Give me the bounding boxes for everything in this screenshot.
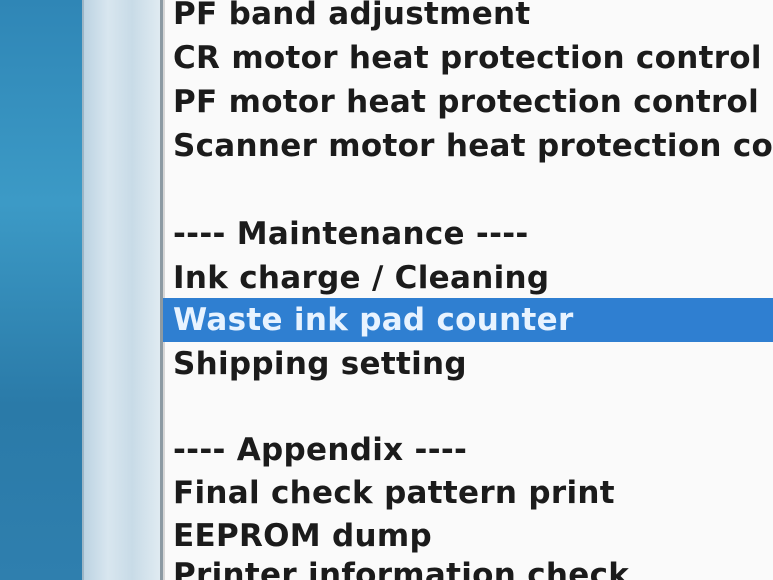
- list-item-waste-ink-pad-counter[interactable]: Waste ink pad counter: [163, 298, 773, 342]
- adjustment-list[interactable]: PF band adjustment CR motor heat protect…: [160, 0, 773, 580]
- window-frame: [82, 0, 164, 580]
- list-item-pf-motor-heat-protection[interactable]: PF motor heat protection control: [163, 80, 773, 124]
- list-item-eeprom-dump[interactable]: EEPROM dump: [163, 514, 773, 558]
- list-item-pf-band-adjustment[interactable]: PF band adjustment: [163, 0, 773, 36]
- section-header-appendix: ---- Appendix ----: [173, 432, 468, 468]
- list-item-shipping-setting[interactable]: Shipping setting: [163, 342, 773, 386]
- list-item-ink-charge-cleaning[interactable]: Ink charge / Cleaning: [163, 256, 773, 300]
- screen: PF band adjustment CR motor heat protect…: [0, 0, 773, 580]
- list-item-printer-information-check[interactable]: Printer information check: [163, 553, 773, 580]
- list-item-final-check-pattern-print[interactable]: Final check pattern print: [163, 471, 773, 515]
- list-item-scanner-motor-heat-protection[interactable]: Scanner motor heat protection co: [163, 124, 773, 168]
- section-header-maintenance: ---- Maintenance ----: [173, 216, 529, 252]
- list-item-cr-motor-heat-protection[interactable]: CR motor heat protection control: [163, 36, 773, 80]
